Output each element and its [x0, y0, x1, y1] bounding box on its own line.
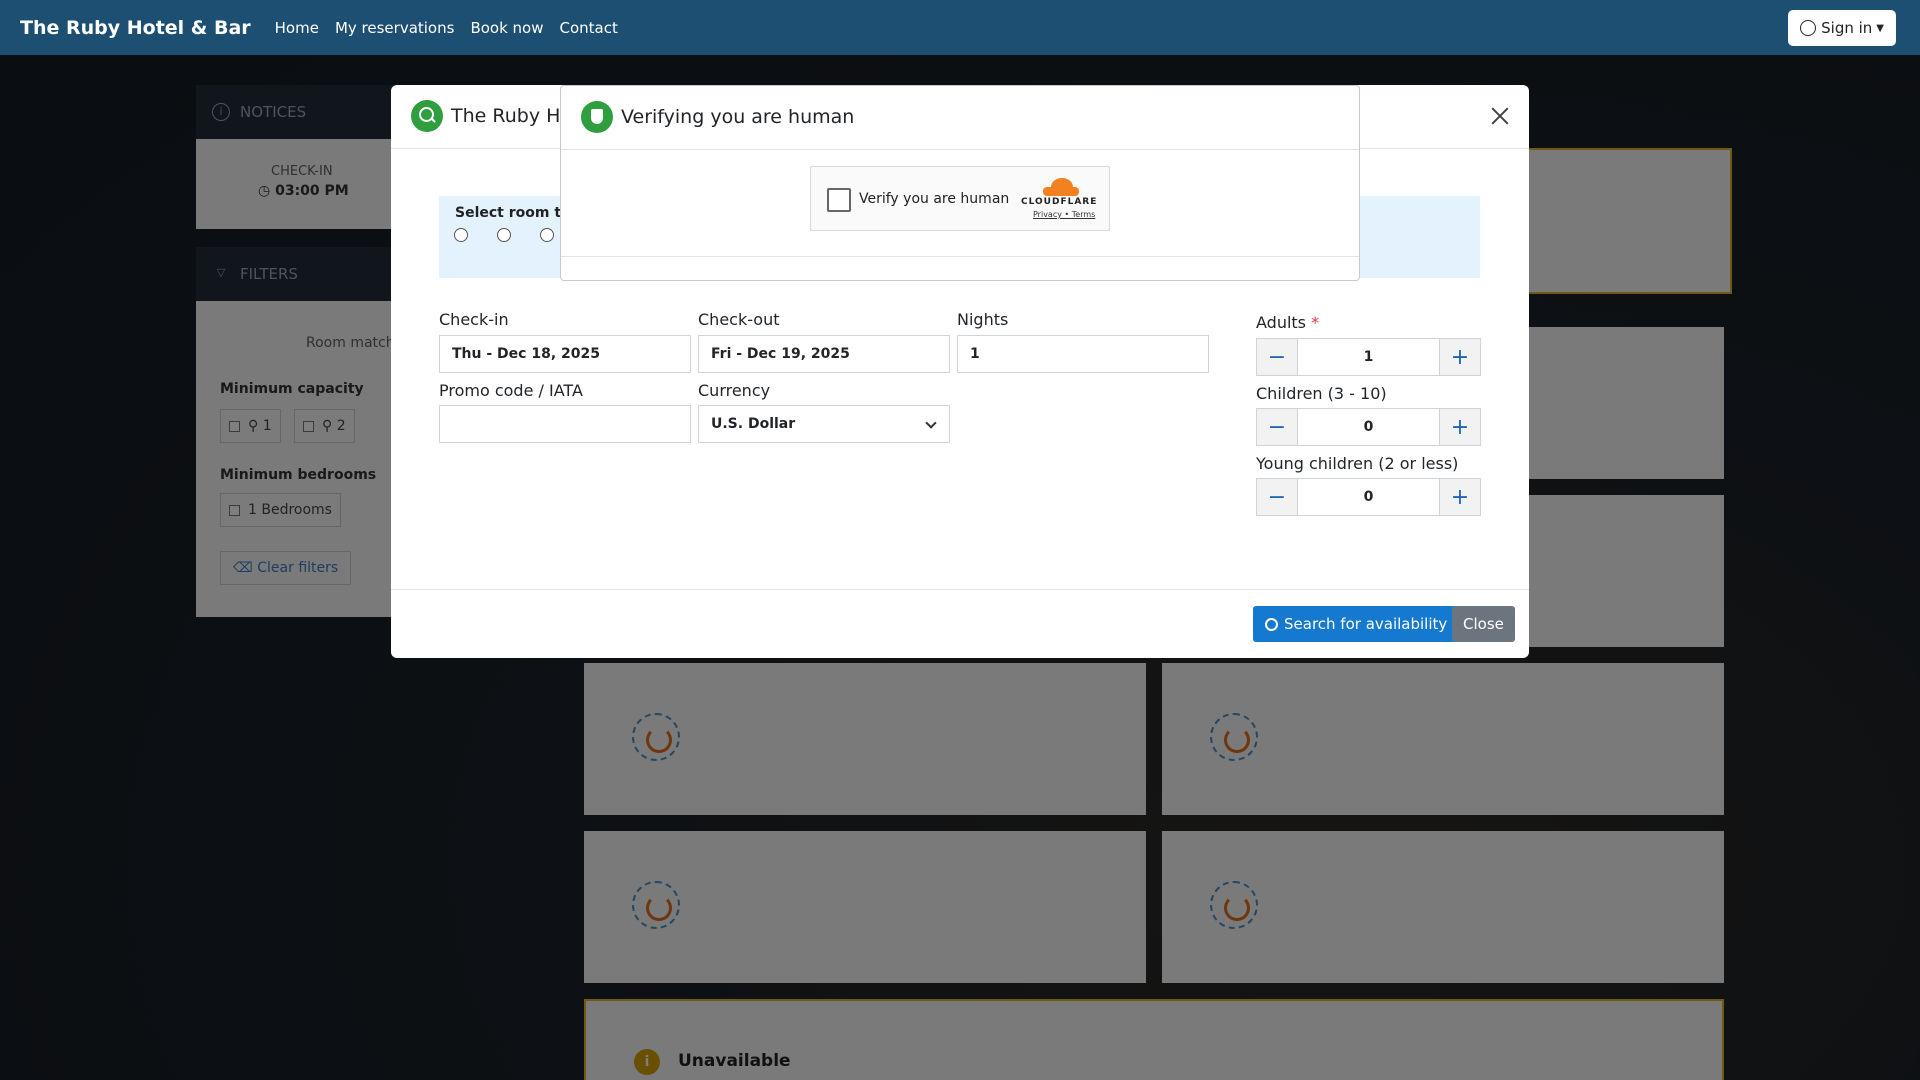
shield-icon — [581, 101, 613, 133]
increment-button[interactable]: + — [1440, 339, 1480, 375]
room-type-radio-2[interactable] — [497, 228, 511, 242]
close-icon[interactable] — [1491, 107, 1509, 125]
young-children-label: Young children (2 or less) — [1256, 454, 1459, 473]
checkout-label: Check-out — [698, 310, 780, 329]
currency-label: Currency — [698, 381, 771, 400]
modal-footer: Search for availability Close — [391, 589, 1529, 658]
room-type-radio-1[interactable] — [454, 228, 468, 242]
children-label: Children (3 - 10) — [1256, 384, 1387, 403]
nav-contact[interactable]: Contact — [560, 19, 618, 37]
required-marker: * — [1311, 313, 1320, 332]
promo-label: Promo code / IATA — [439, 381, 583, 400]
navbar: The Ruby Hotel & Bar Home My reservation… — [0, 0, 1920, 55]
sign-in-label: Sign in — [1821, 19, 1873, 37]
checkout-field[interactable]: Fri - Dec 19, 2025 — [698, 335, 950, 373]
checkin-field[interactable]: Thu - Dec 18, 2025 — [439, 335, 691, 373]
cloudflare-brand: CLOUDFLARE — [1021, 197, 1098, 207]
children-stepper: − 0 + — [1256, 408, 1481, 446]
user-icon — [1800, 20, 1817, 36]
adults-value[interactable]: 1 — [1297, 339, 1440, 375]
increment-button[interactable]: + — [1440, 409, 1480, 445]
currency-select[interactable]: U.S. Dollar — [698, 405, 950, 443]
nights-label: Nights — [957, 310, 1009, 329]
promo-field[interactable] — [439, 405, 691, 443]
privacy-terms-links[interactable]: Privacy • Terms — [1033, 210, 1095, 219]
search-icon — [411, 100, 443, 132]
young-children-stepper: − 0 + — [1256, 478, 1481, 516]
search-button-label: Search for availability — [1284, 615, 1448, 633]
nights-field[interactable]: 1 — [957, 335, 1209, 373]
nav-book-now[interactable]: Book now — [470, 19, 543, 37]
sign-in-dropdown[interactable]: Sign in ▼ — [1788, 10, 1896, 46]
verify-header: Verifying you are human — [561, 86, 1359, 150]
verify-checkbox-label: Verify you are human — [859, 191, 1010, 207]
nav-my-reservations[interactable]: My reservations — [335, 19, 454, 37]
checkin-label: Check-in — [439, 310, 509, 329]
brand-link[interactable]: The Ruby Hotel & Bar — [20, 17, 251, 39]
caret-down-icon: ▼ — [1876, 22, 1884, 34]
currency-value: U.S. Dollar — [711, 416, 796, 432]
room-type-radio-3[interactable] — [540, 228, 554, 242]
decrement-button[interactable]: − — [1257, 409, 1297, 445]
verify-title: Verifying you are human — [621, 106, 855, 128]
cloudflare-logo-icon — [1043, 178, 1079, 196]
chevron-down-icon — [925, 417, 937, 429]
adults-stepper: − 1 + — [1256, 338, 1481, 376]
search-icon — [1265, 617, 1278, 631]
young-children-value[interactable]: 0 — [1297, 479, 1440, 515]
children-value[interactable]: 0 — [1297, 409, 1440, 445]
increment-button[interactable]: + — [1440, 479, 1480, 515]
decrement-button[interactable]: − — [1257, 479, 1297, 515]
decrement-button[interactable]: − — [1257, 339, 1297, 375]
turnstile-widget: Verify you are human CLOUDFLARE Privacy … — [810, 166, 1110, 231]
verify-checkbox[interactable] — [827, 188, 851, 212]
verify-divider — [561, 256, 1359, 257]
search-availability-button[interactable]: Search for availability — [1253, 606, 1460, 642]
close-button[interactable]: Close — [1452, 606, 1515, 642]
human-verification-dialog: Verifying you are human Verify you are h… — [560, 85, 1360, 281]
nav-home[interactable]: Home — [275, 19, 319, 37]
adults-label: Adults * — [1256, 313, 1320, 332]
